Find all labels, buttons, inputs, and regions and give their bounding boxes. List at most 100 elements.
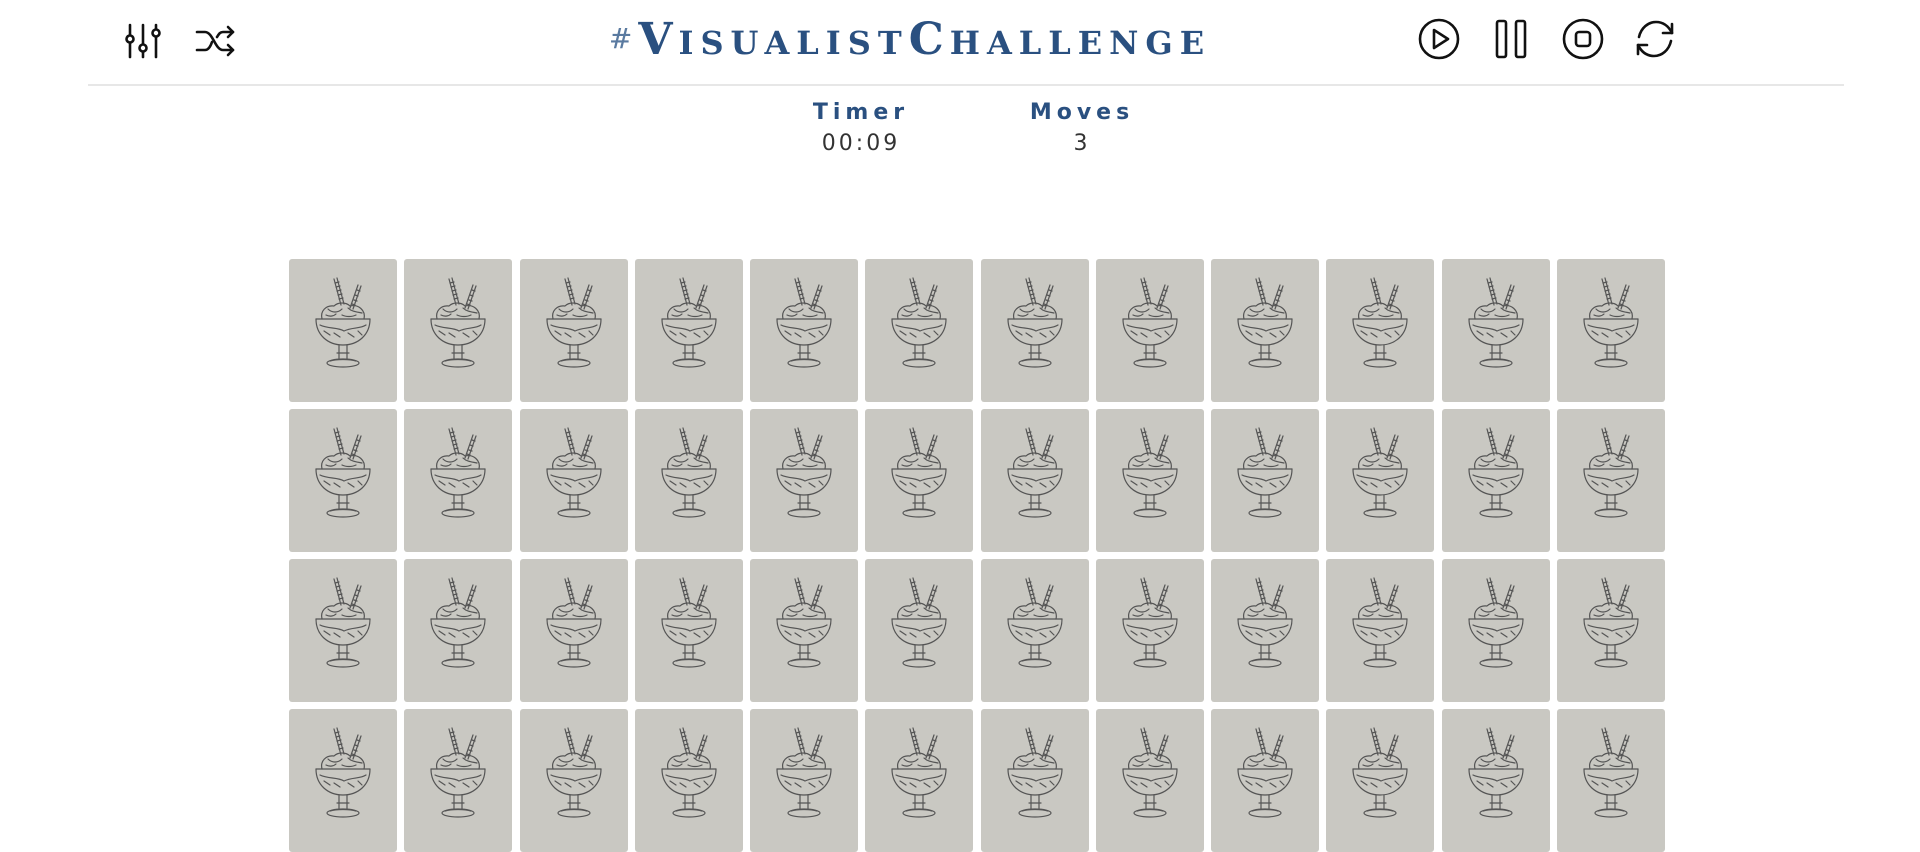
ice-cream-sundae-icon [430,277,486,368]
moves-stat: Moves 3 [1002,100,1162,156]
ice-cream-sundae-icon [1583,727,1639,818]
memory-card[interactable] [289,409,397,552]
ice-cream-sundae-icon [661,277,717,368]
memory-card[interactable] [404,259,513,402]
ice-cream-sundae-icon [661,427,717,518]
ice-cream-sundae-icon [430,727,486,818]
memory-card[interactable] [980,259,1089,402]
memory-card[interactable] [634,259,743,402]
ice-cream-sundae-icon [1237,577,1293,668]
ice-cream-sundae-icon [1352,727,1408,818]
right-controls [1416,16,1678,62]
memory-card[interactable] [1211,559,1320,702]
memory-card[interactable] [1326,409,1435,552]
memory-card[interactable] [1326,259,1435,402]
ice-cream-sundae-icon [776,277,832,368]
ice-cream-sundae-icon [1583,277,1639,368]
ice-cream-sundae-icon [315,277,371,368]
memory-card[interactable] [1556,559,1665,702]
memory-card[interactable] [404,559,513,702]
memory-card[interactable] [634,409,743,552]
memory-card[interactable] [289,709,397,852]
ice-cream-sundae-icon [776,577,832,668]
memory-card[interactable] [1441,259,1550,402]
memory-card[interactable] [1326,709,1435,852]
memory-card[interactable] [865,409,974,552]
memory-card[interactable] [519,409,628,552]
memory-card[interactable] [980,709,1089,852]
ice-cream-sundae-icon [545,577,602,668]
ice-cream-sundae-icon [776,427,832,518]
memory-card[interactable] [1441,709,1550,852]
memory-card[interactable] [1211,409,1320,552]
ice-cream-sundae-icon [1237,277,1293,368]
ice-cream-sundae-icon [315,577,371,668]
card-board [289,259,1669,852]
ice-cream-sundae-icon [1006,577,1063,668]
ice-cream-sundae-icon [1122,427,1178,518]
memory-card[interactable] [750,559,859,702]
ice-cream-sundae-icon [1237,727,1293,818]
ice-cream-sundae-icon [1468,727,1524,818]
memory-card[interactable] [634,709,743,852]
timer-stat: Timer 00:09 [781,100,941,156]
memory-card[interactable] [1441,559,1550,702]
memory-card[interactable] [1095,409,1204,552]
memory-card[interactable] [404,409,513,552]
stop-icon[interactable] [1560,16,1606,62]
memory-card[interactable] [1556,259,1665,402]
page-title: # VISUALISTCHALLENGE [608,14,1212,65]
memory-card[interactable] [1095,259,1204,402]
pause-icon[interactable] [1488,16,1534,62]
ice-cream-sundae-icon [1352,277,1408,368]
play-icon[interactable] [1416,16,1462,62]
memory-card[interactable] [980,559,1089,702]
moves-value: 3 [1073,131,1091,156]
shuffle-icon[interactable] [192,18,238,64]
ice-cream-sundae-icon [1006,727,1063,818]
restart-icon[interactable] [1632,16,1678,62]
settings-sliders-icon[interactable] [120,18,166,64]
ice-cream-sundae-icon [545,427,602,518]
memory-card[interactable] [519,559,628,702]
memory-card[interactable] [1095,559,1204,702]
memory-card[interactable] [865,559,974,702]
ice-cream-sundae-icon [661,577,717,668]
memory-card[interactable] [750,259,859,402]
ice-cream-sundae-icon [1583,577,1639,668]
ice-cream-sundae-icon [315,727,371,818]
memory-card[interactable] [980,409,1089,552]
memory-card[interactable] [634,559,743,702]
memory-card[interactable] [750,409,859,552]
stats-panel: Timer 00:09 Moves 3 [0,100,1920,170]
ice-cream-sundae-icon [891,277,947,368]
ice-cream-sundae-icon [1122,277,1178,368]
ice-cream-sundae-icon [1352,427,1408,518]
memory-card[interactable] [865,709,974,852]
memory-card[interactable] [1441,409,1550,552]
timer-label: Timer [812,100,910,125]
memory-card[interactable] [1211,259,1320,402]
memory-card[interactable] [1095,709,1204,852]
memory-card[interactable] [1556,409,1665,552]
memory-card[interactable] [1556,709,1665,852]
ice-cream-sundae-icon [661,727,717,818]
ice-cream-sundae-icon [430,427,486,518]
ice-cream-sundae-icon [891,727,947,818]
ice-cream-sundae-icon [1122,727,1178,818]
memory-card[interactable] [289,259,397,402]
ice-cream-sundae-icon [1468,577,1524,668]
timer-value: 00:09 [821,131,901,156]
memory-card[interactable] [404,709,513,852]
ice-cream-sundae-icon [1122,577,1178,668]
memory-card[interactable] [1211,709,1320,852]
memory-card[interactable] [519,709,628,852]
memory-card[interactable] [519,259,628,402]
memory-card[interactable] [289,559,397,702]
memory-card[interactable] [1326,559,1435,702]
ice-cream-sundae-icon [545,277,602,368]
memory-card[interactable] [865,259,974,402]
memory-card[interactable] [750,709,859,852]
ice-cream-sundae-icon [1237,427,1293,518]
ice-cream-sundae-icon [1583,427,1639,518]
